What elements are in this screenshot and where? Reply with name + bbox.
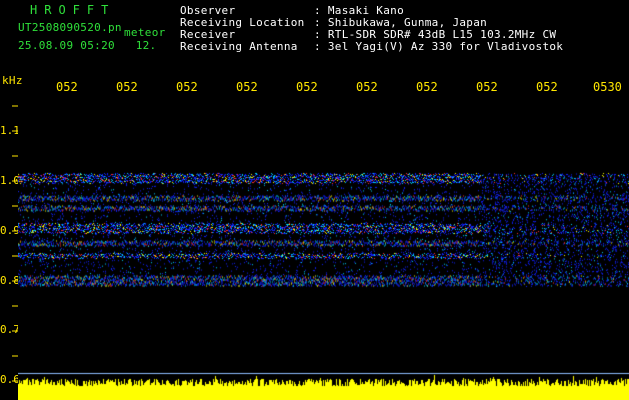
spectrogram-plot: [18, 96, 629, 400]
